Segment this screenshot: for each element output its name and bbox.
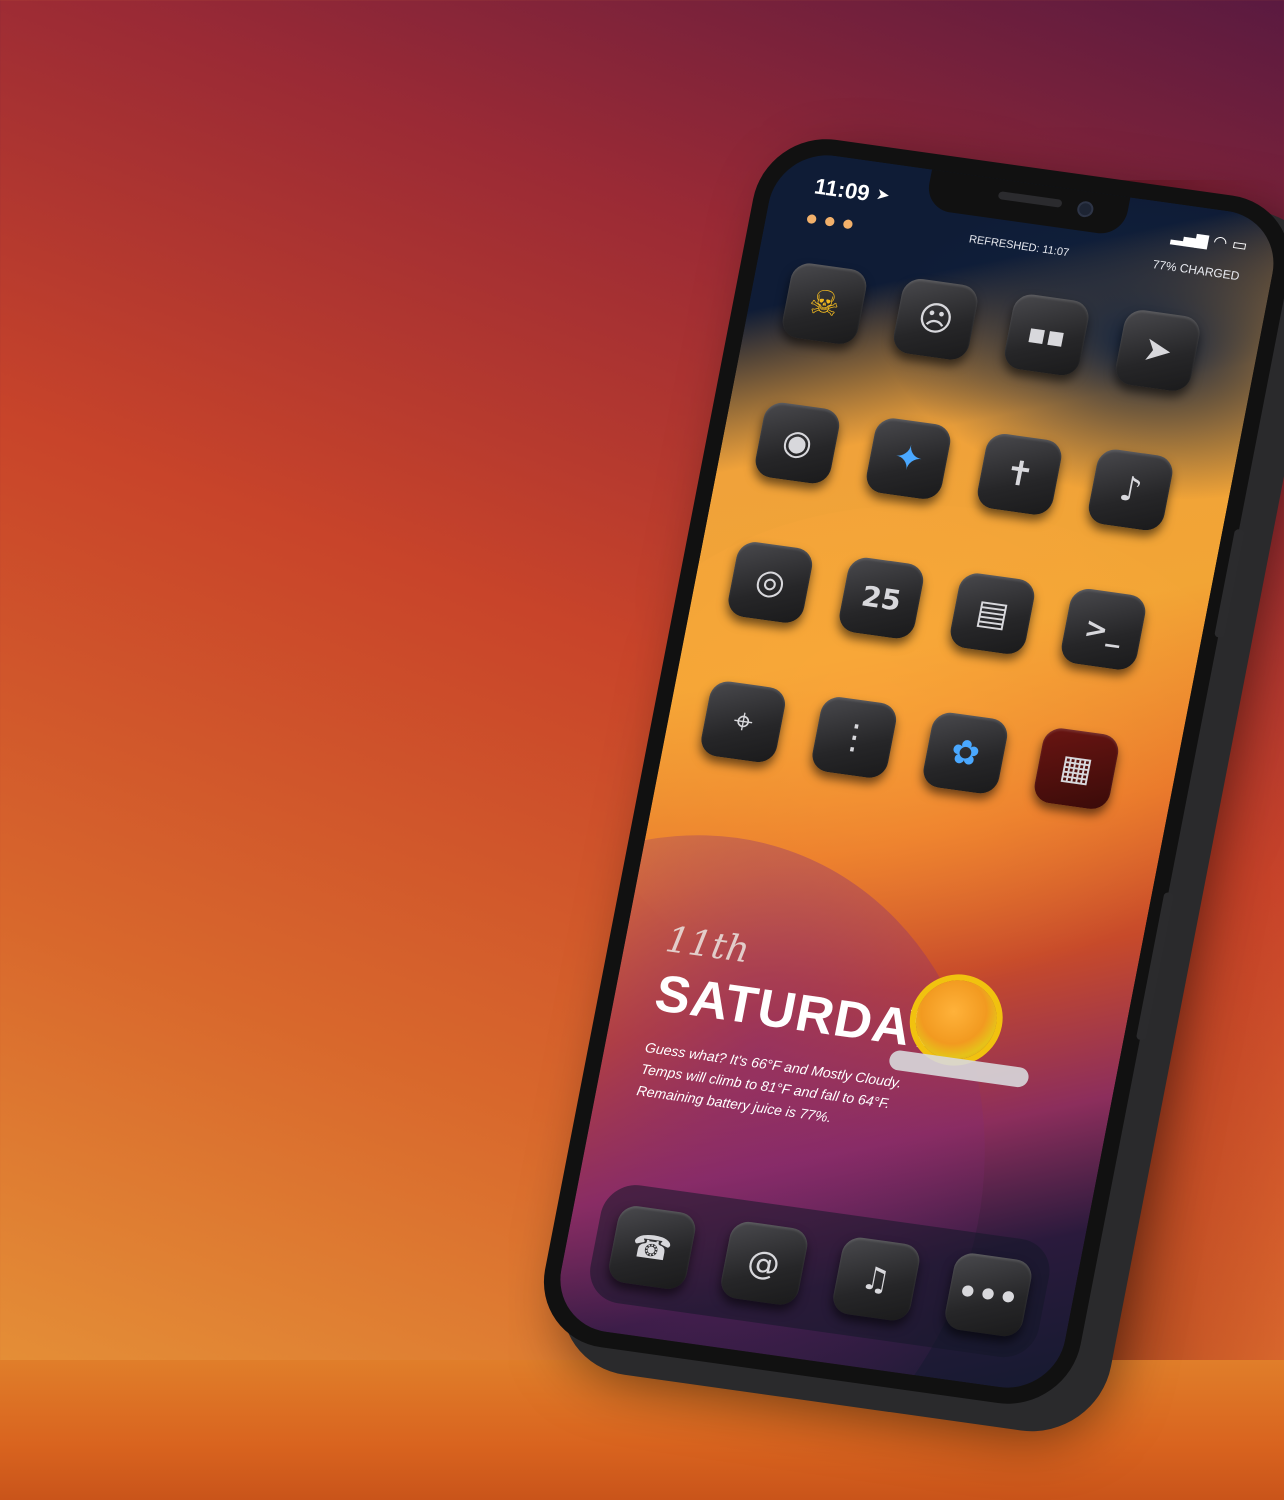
microphone-icon[interactable]: ♫ [829,1235,922,1323]
cross-icon[interactable]: ✝ [974,431,1065,517]
calendar-icon[interactable]: 25 [836,555,927,641]
location-arrow-icon: ➤ [874,184,892,205]
refreshed-label: REFRESHED: 11:07 [967,233,1071,260]
lock-icon[interactable]: ◉ [752,400,843,486]
weather-dots-icon: ● ● ● [805,210,857,232]
map-pin-icon[interactable]: ⌖ [698,679,789,765]
app-grid: ☠ ☹ ▪▪ ➤ ◉ ✦ ✝ ♪ ◎ 25 ▤ >_ ⌖ ⋮ ✿ ▦ [698,261,1230,815]
face-icon[interactable]: ▪▪ [1001,292,1092,378]
triple-camera-icon[interactable]: ◎ [725,539,816,626]
folder-grid-icon[interactable]: ▦ [1031,726,1122,812]
status-time: 11:09 [812,173,872,206]
ghost-mask-icon[interactable]: ☹ [890,276,981,362]
bird-face-icon[interactable]: ☠ [779,261,870,347]
terminal-icon[interactable]: >_ [1058,586,1149,672]
battery-status-label: 77% CHARGED [1151,257,1241,284]
message-dots-icon[interactable]: ••• [941,1251,1035,1339]
connector-icon[interactable]: ⋮ [809,694,900,781]
date-weather-widget[interactable]: 11th SATURDAY Guess what? It's 66°F and … [635,919,956,1141]
tiktok-icon[interactable]: ♪ [1085,447,1176,533]
rotary-phone-icon[interactable]: ☎ [605,1203,698,1292]
compass-icon[interactable]: ✦ [863,416,954,502]
system-status-icons: ▂▄▆ ◠ ▭ [1169,225,1250,255]
radio-icon[interactable]: ▤ [947,571,1038,657]
paper-plane-icon[interactable]: ➤ [1112,307,1203,394]
flower-icon[interactable]: ✿ [920,710,1011,796]
envelope-icon[interactable]: @ [717,1219,810,1307]
